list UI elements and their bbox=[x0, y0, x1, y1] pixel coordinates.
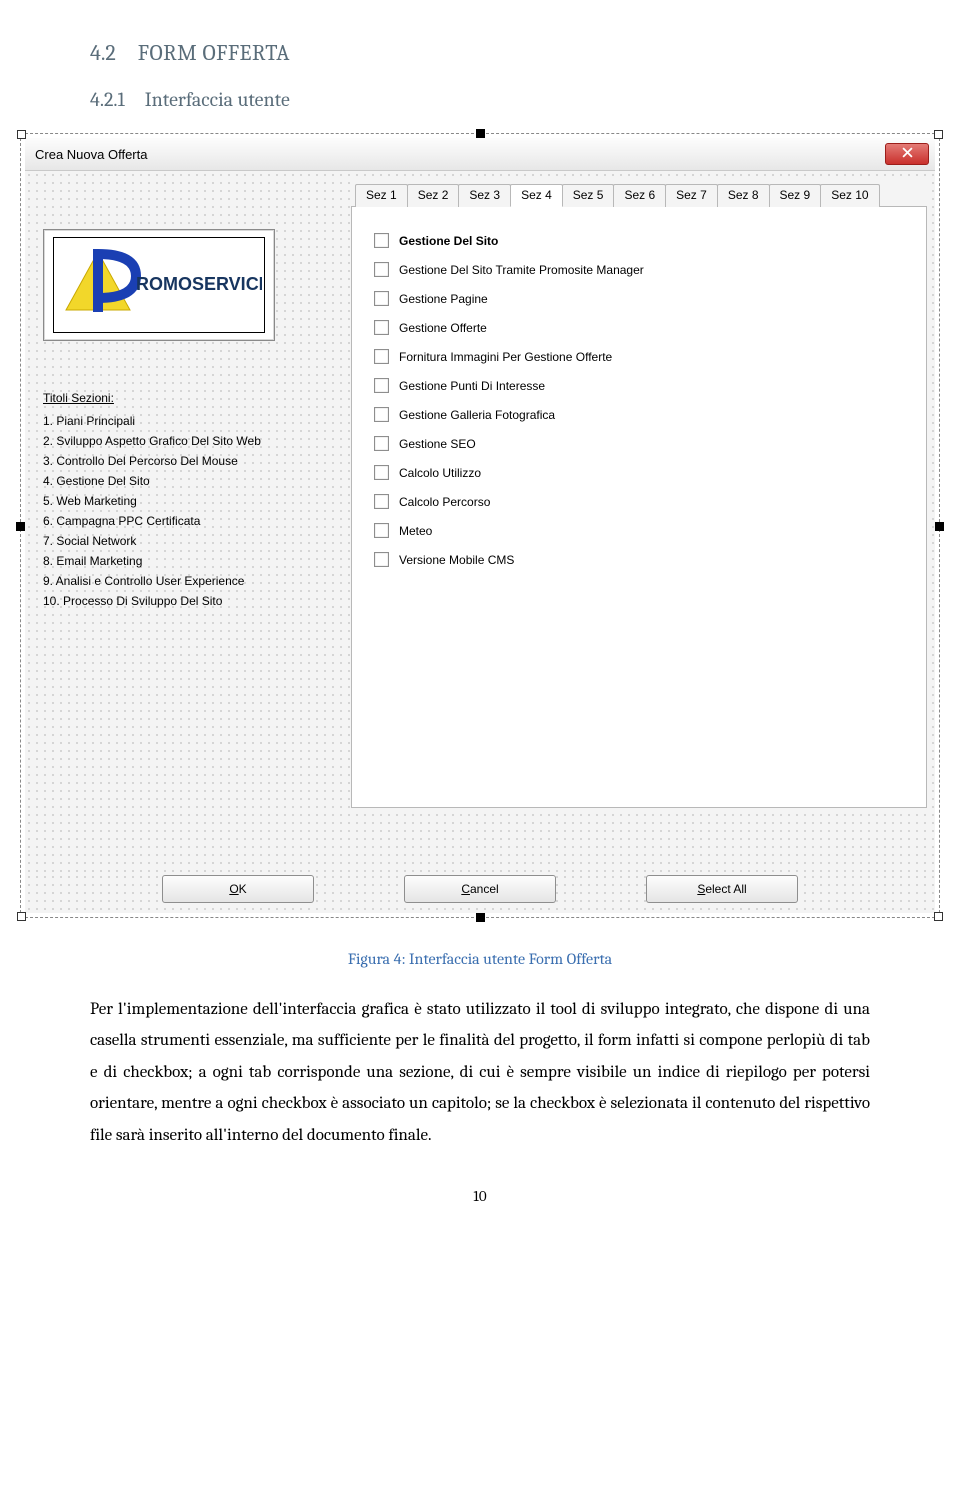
tab-panel: Gestione Del Sito Gestione Del Sito Tram… bbox=[351, 207, 927, 808]
list-item: 8. Email Marketing bbox=[43, 551, 343, 571]
checkbox-row: Fornitura Immagini Per Gestione Offerte bbox=[374, 349, 912, 364]
resize-handle[interactable] bbox=[934, 130, 943, 139]
page-number: 10 bbox=[90, 1187, 870, 1205]
body-paragraph: Per l'implementazione dell'interfaccia g… bbox=[90, 994, 870, 1151]
checkbox-row: Calcolo Percorso bbox=[374, 494, 912, 509]
checkbox-label: Calcolo Utilizzo bbox=[399, 466, 481, 480]
select-all-button[interactable]: Select All bbox=[646, 875, 798, 903]
tab-sez-5[interactable]: Sez 5 bbox=[562, 184, 615, 207]
section-title: FORM OFFERTA bbox=[138, 40, 290, 66]
checkbox[interactable] bbox=[374, 552, 389, 567]
list-item: 2. Sviluppo Aspetto Grafico Del Sito Web bbox=[43, 431, 343, 451]
checkbox-label: Gestione Galleria Fotografica bbox=[399, 408, 555, 422]
checkbox-row: Gestione Pagine bbox=[374, 291, 912, 306]
resize-handle[interactable] bbox=[934, 912, 943, 921]
checkbox-row: Gestione Del Sito Tramite Promosite Mana… bbox=[374, 262, 912, 277]
tab-sez-8[interactable]: Sez 8 bbox=[717, 184, 770, 207]
tab-sez-2[interactable]: Sez 2 bbox=[407, 184, 460, 207]
checkbox-label: Gestione Pagine bbox=[399, 292, 488, 306]
resize-handle[interactable] bbox=[17, 912, 26, 921]
titoli-heading: Titoli Sezioni: bbox=[43, 391, 343, 405]
form-designer-canvas: Crea Nuova Offerta bbox=[20, 133, 940, 918]
subsection-number: 4.2.1 bbox=[90, 88, 125, 111]
checkbox-label: Gestione Del Sito bbox=[399, 234, 498, 248]
tab-sez-9[interactable]: Sez 9 bbox=[769, 184, 822, 207]
window-title: Crea Nuova Offerta bbox=[35, 147, 147, 162]
tab-sez-4[interactable]: Sez 4 bbox=[510, 184, 563, 207]
checkbox-row: Versione Mobile CMS bbox=[374, 552, 912, 567]
list-item: 7. Social Network bbox=[43, 531, 343, 551]
figure-caption: Figura 4: Interfaccia utente Form Offert… bbox=[90, 950, 870, 968]
checkbox[interactable] bbox=[374, 349, 389, 364]
subsection-title: Interfaccia utente bbox=[145, 88, 290, 111]
ok-button[interactable]: OK bbox=[162, 875, 314, 903]
titlebar[interactable]: Crea Nuova Offerta bbox=[25, 138, 935, 171]
checkbox[interactable] bbox=[374, 320, 389, 335]
tab-sez-1[interactable]: Sez 1 bbox=[355, 184, 408, 207]
checkbox-label: Gestione Offerte bbox=[399, 321, 487, 335]
checkbox[interactable] bbox=[374, 494, 389, 509]
list-item: 3. Controllo Del Percorso Del Mouse bbox=[43, 451, 343, 471]
checkbox-row: Gestione Del Sito bbox=[374, 233, 912, 248]
tab-sez-6[interactable]: Sez 6 bbox=[613, 184, 666, 207]
titoli-list: 1. Piani Principali 2. Sviluppo Aspetto … bbox=[43, 411, 343, 611]
checkbox-row: Gestione SEO bbox=[374, 436, 912, 451]
list-item: 6. Campagna PPC Certificata bbox=[43, 511, 343, 531]
form-window: Crea Nuova Offerta bbox=[25, 138, 935, 913]
checkbox[interactable] bbox=[374, 465, 389, 480]
checkbox-row: Gestione Punti Di Interesse bbox=[374, 378, 912, 393]
checkbox[interactable] bbox=[374, 233, 389, 248]
checkbox-label: Gestione Punti Di Interesse bbox=[399, 379, 545, 393]
checkbox[interactable] bbox=[374, 262, 389, 277]
resize-handle[interactable] bbox=[476, 129, 485, 138]
checkbox[interactable] bbox=[374, 291, 389, 306]
list-item: 4. Gestione Del Sito bbox=[43, 471, 343, 491]
logo-image: ROMOSERVICE bbox=[43, 229, 275, 341]
list-item: 10. Processo Di Sviluppo Del Sito bbox=[43, 591, 343, 611]
svg-text:ROMOSERVICE: ROMOSERVICE bbox=[136, 274, 262, 294]
list-item: 1. Piani Principali bbox=[43, 411, 343, 431]
resize-handle[interactable] bbox=[16, 522, 25, 531]
checkbox[interactable] bbox=[374, 407, 389, 422]
checkbox-label: Fornitura Immagini Per Gestione Offerte bbox=[399, 350, 612, 364]
checkbox-row: Meteo bbox=[374, 523, 912, 538]
checkbox-label: Gestione SEO bbox=[399, 437, 476, 451]
resize-handle[interactable] bbox=[17, 130, 26, 139]
resize-handle[interactable] bbox=[935, 522, 944, 531]
checkbox-row: Calcolo Utilizzo bbox=[374, 465, 912, 480]
checkbox-label: Calcolo Percorso bbox=[399, 495, 490, 509]
close-icon bbox=[902, 147, 913, 161]
tabstrip: Sez 1 Sez 2 Sez 3 Sez 4 Sez 5 Sez 6 Sez … bbox=[351, 179, 927, 207]
tab-sez-10[interactable]: Sez 10 bbox=[820, 184, 879, 207]
list-item: 5. Web Marketing bbox=[43, 491, 343, 511]
checkbox-label: Gestione Del Sito Tramite Promosite Mana… bbox=[399, 263, 644, 277]
list-item: 9. Analisi e Controllo User Experience bbox=[43, 571, 343, 591]
tab-sez-7[interactable]: Sez 7 bbox=[665, 184, 718, 207]
section-number: 4.2 bbox=[90, 40, 116, 66]
tab-sez-3[interactable]: Sez 3 bbox=[458, 184, 511, 207]
checkbox[interactable] bbox=[374, 436, 389, 451]
checkbox-label: Meteo bbox=[399, 524, 432, 538]
close-button[interactable] bbox=[885, 143, 929, 165]
checkbox-row: Gestione Offerte bbox=[374, 320, 912, 335]
resize-handle[interactable] bbox=[476, 913, 485, 922]
cancel-button[interactable]: Cancel bbox=[404, 875, 556, 903]
checkbox-row: Gestione Galleria Fotografica bbox=[374, 407, 912, 422]
checkbox[interactable] bbox=[374, 378, 389, 393]
checkbox[interactable] bbox=[374, 523, 389, 538]
checkbox-label: Versione Mobile CMS bbox=[399, 553, 514, 567]
